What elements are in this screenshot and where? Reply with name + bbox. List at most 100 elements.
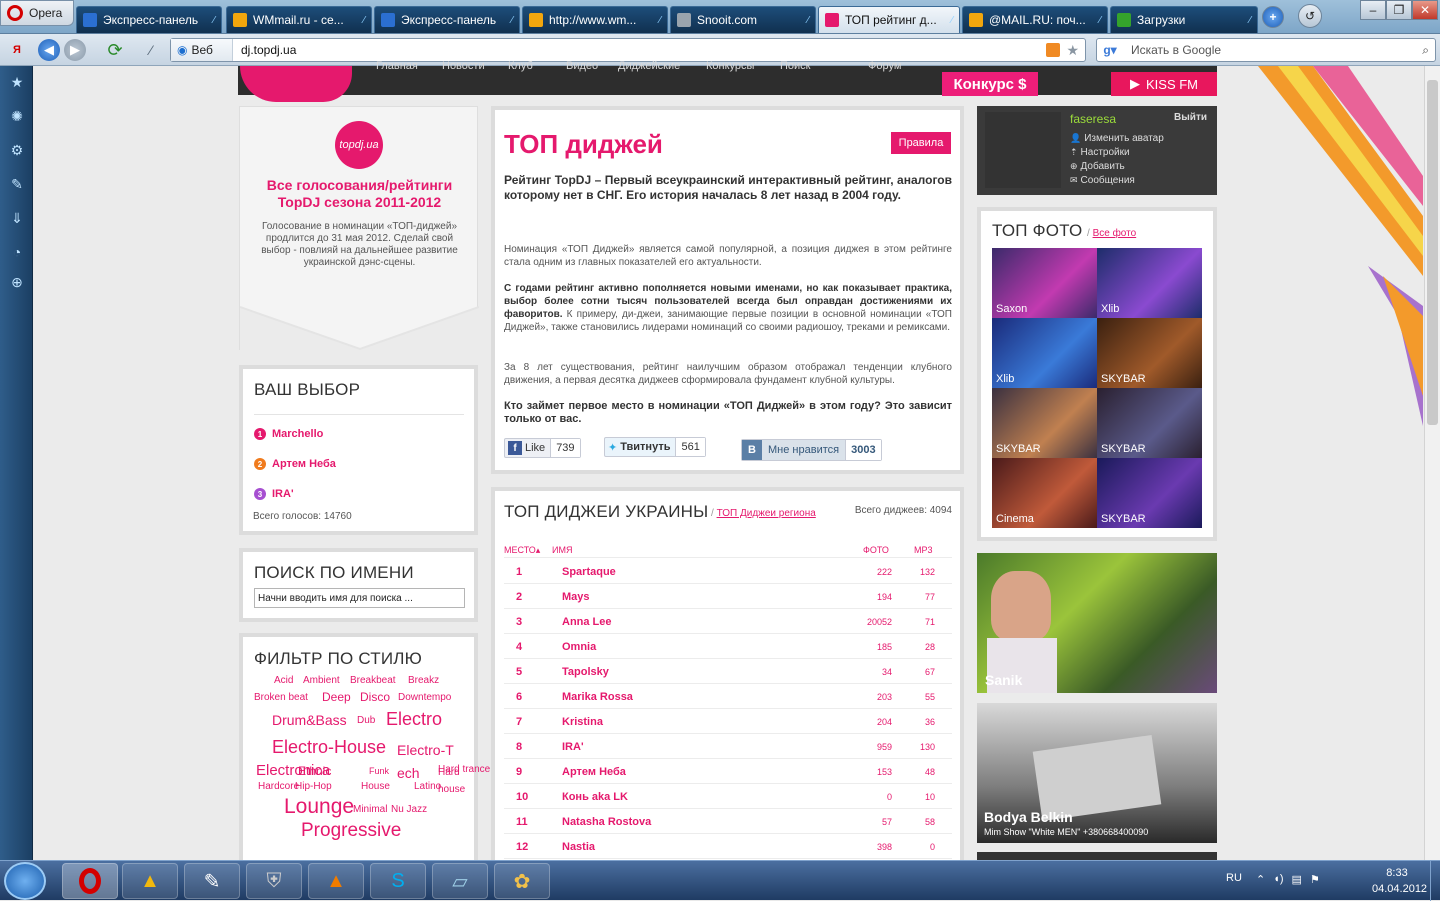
site-nav-item[interactable]: Конкурсы (706, 60, 754, 72)
search-icon[interactable]: ⌕ (1422, 43, 1429, 58)
row-dj-name[interactable]: Конь aka LK (562, 791, 628, 803)
style-tag[interactable]: Electro (386, 709, 442, 730)
choice-item[interactable]: 1 Marchello (254, 428, 323, 440)
row-dj-name[interactable]: Nastia (562, 841, 595, 853)
row-dj-name[interactable]: Omnia (562, 641, 596, 653)
wand-icon[interactable]: ⁄ (140, 39, 162, 61)
featured-dj-photo-1[interactable]: Sanik (977, 553, 1217, 693)
username[interactable]: faseresa (1070, 112, 1116, 126)
promo-title[interactable]: Все голосования/рейтинги TopDJ сезона 20… (250, 177, 469, 211)
style-tag[interactable]: Latino (414, 781, 441, 792)
avatar[interactable] (985, 112, 1061, 188)
opera-menu-button[interactable]: Opera (0, 0, 74, 26)
style-tag[interactable]: Drum&Bass (272, 712, 347, 728)
style-tag[interactable]: Breakbeat (350, 675, 396, 686)
maximize-button[interactable]: ❐ (1386, 0, 1412, 20)
konkurs-button[interactable]: Конкурс $ (942, 72, 1038, 96)
taskbar-tool-icon[interactable]: ✎ (184, 863, 240, 899)
clock[interactable]: 8:33 04.04.2012 (1372, 867, 1427, 895)
history-icon[interactable]: ◔ (7, 242, 27, 262)
style-tag[interactable]: Acid (274, 675, 293, 686)
url-text[interactable]: dj.topdj.ua (233, 43, 296, 57)
bookmarks-star-icon[interactable]: ★ (7, 72, 27, 92)
row-dj-name[interactable]: Артем Неба (562, 766, 626, 778)
reload-icon[interactable]: ⟳ (104, 39, 126, 61)
table-row[interactable]: 3 Anna Lee 20052 71 (504, 609, 952, 634)
region-ranking-link[interactable]: ТОП Диджеи региона (717, 508, 816, 519)
closed-tabs-icon[interactable]: ↺ (1298, 4, 1322, 28)
col-name-header[interactable]: ИМЯ (552, 545, 572, 555)
row-dj-name[interactable]: IRA' (562, 741, 584, 753)
language-indicator[interactable]: RU (1226, 872, 1242, 884)
new-tab-button[interactable]: + (1262, 6, 1284, 28)
start-button[interactable] (4, 862, 46, 900)
user-menu-link[interactable]: 👤 Изменить аватар (1070, 133, 1164, 144)
table-row[interactable]: 6 Marika Rossa 203 55 (504, 684, 952, 709)
table-row[interactable]: 4 Omnia 185 28 (504, 634, 952, 659)
page-scrollbar[interactable] (1424, 66, 1440, 860)
browser-tab[interactable]: Snooit.com ⁄ (670, 6, 816, 33)
tray-network-icon[interactable]: ▤ (1292, 873, 1302, 886)
style-tag[interactable]: Deep (322, 690, 351, 704)
kissfm-button[interactable]: ▶ KISS FM (1111, 72, 1217, 96)
address-mode[interactable]: ◉ Веб (171, 39, 233, 61)
site-nav-item[interactable]: Новости (442, 60, 485, 72)
google-search-field[interactable]: g▾ Искать в Google ⌕ (1096, 38, 1436, 62)
unite-icon[interactable]: ⚙ (7, 140, 27, 160)
photo-tile[interactable]: SKYBAR (1097, 388, 1202, 458)
style-tag[interactable]: Nu Jazz (391, 804, 427, 815)
rss-icon[interactable] (1046, 43, 1061, 57)
tray-volume-icon[interactable]: ◖) (1273, 873, 1283, 886)
close-window-button[interactable]: ✕ (1412, 0, 1438, 20)
site-nav-item[interactable]: Главная (376, 60, 418, 72)
taskbar-opera-icon[interactable] (62, 863, 118, 899)
browser-tab[interactable]: @MAIL.RU: поч... ⁄ (962, 6, 1108, 33)
style-tag[interactable]: Funk (369, 766, 389, 776)
tab-close-icon[interactable]: ⁄ (1249, 15, 1251, 26)
featured-dj-photo-2[interactable]: Bodya Belkin Mim Show "White MEN" +38066… (977, 703, 1217, 843)
tab-close-icon[interactable]: ⁄ (659, 15, 661, 26)
site-nav-item[interactable]: Видео (566, 60, 598, 72)
style-tag[interactable]: Breakz (408, 675, 439, 686)
col-place-header[interactable]: МЕСТО▴ (504, 545, 540, 556)
col-mp3-header[interactable]: MP3 (914, 545, 933, 555)
photo-tile[interactable]: Cinema (992, 458, 1097, 528)
back-button[interactable]: ◀ (38, 39, 60, 61)
forward-button[interactable]: ▶ (64, 39, 86, 61)
tab-close-icon[interactable]: ⁄ (807, 15, 809, 26)
style-tag[interactable]: House (361, 781, 390, 792)
choice-item[interactable]: 3 IRA' (254, 488, 294, 500)
logout-link[interactable]: Выйти (1174, 112, 1207, 123)
style-tag[interactable]: Downtempo (398, 692, 451, 703)
table-row[interactable]: 2 Mays 194 77 (504, 584, 952, 609)
tab-close-icon[interactable]: ⁄ (951, 15, 953, 26)
photo-tile[interactable]: SKYBAR (1097, 318, 1202, 388)
user-menu-link[interactable]: ✉ Сообщения (1070, 175, 1135, 186)
row-dj-name[interactable]: Spartaque (562, 566, 616, 578)
site-nav-item[interactable]: Поиск (780, 60, 810, 72)
style-tag[interactable]: Progressive (301, 820, 401, 842)
show-desktop-button[interactable] (1430, 861, 1440, 901)
taskbar-vlc-icon[interactable]: ▲ (308, 863, 364, 899)
col-photo-header[interactable]: ФОТО (863, 545, 889, 555)
style-tag[interactable]: Minimal (353, 804, 387, 815)
table-row[interactable]: 9 Артем Неба 153 48 (504, 759, 952, 784)
row-dj-name[interactable]: Anna Lee (562, 616, 612, 628)
taskbar-skype-icon[interactable]: S (370, 863, 426, 899)
tray-flag-icon[interactable]: ⚑ (1310, 873, 1320, 886)
row-dj-name[interactable]: Natasha Rostova (562, 816, 651, 828)
browser-tab[interactable]: WMmail.ru - се... ⁄ (226, 6, 372, 33)
minimize-button[interactable]: – (1360, 0, 1386, 20)
photo-tile[interactable]: Xlib (1097, 248, 1202, 318)
add-panel-icon[interactable]: ⊕ (7, 272, 27, 292)
rules-button[interactable]: Правила (891, 132, 951, 154)
table-row[interactable]: 12 Nastia 398 0 (504, 834, 952, 859)
row-dj-name[interactable]: Tapolsky (562, 666, 609, 678)
table-row[interactable]: 10 Конь aka LK 0 10 (504, 784, 952, 809)
style-tag[interactable]: Dub (357, 715, 375, 726)
tab-close-icon[interactable]: ⁄ (213, 15, 215, 26)
style-tag[interactable]: Ethnic (298, 764, 331, 778)
yandex-icon[interactable]: Я (6, 39, 28, 61)
site-nav-item[interactable]: Диджейские (618, 60, 680, 72)
row-dj-name[interactable]: Marika Rossa (562, 691, 633, 703)
